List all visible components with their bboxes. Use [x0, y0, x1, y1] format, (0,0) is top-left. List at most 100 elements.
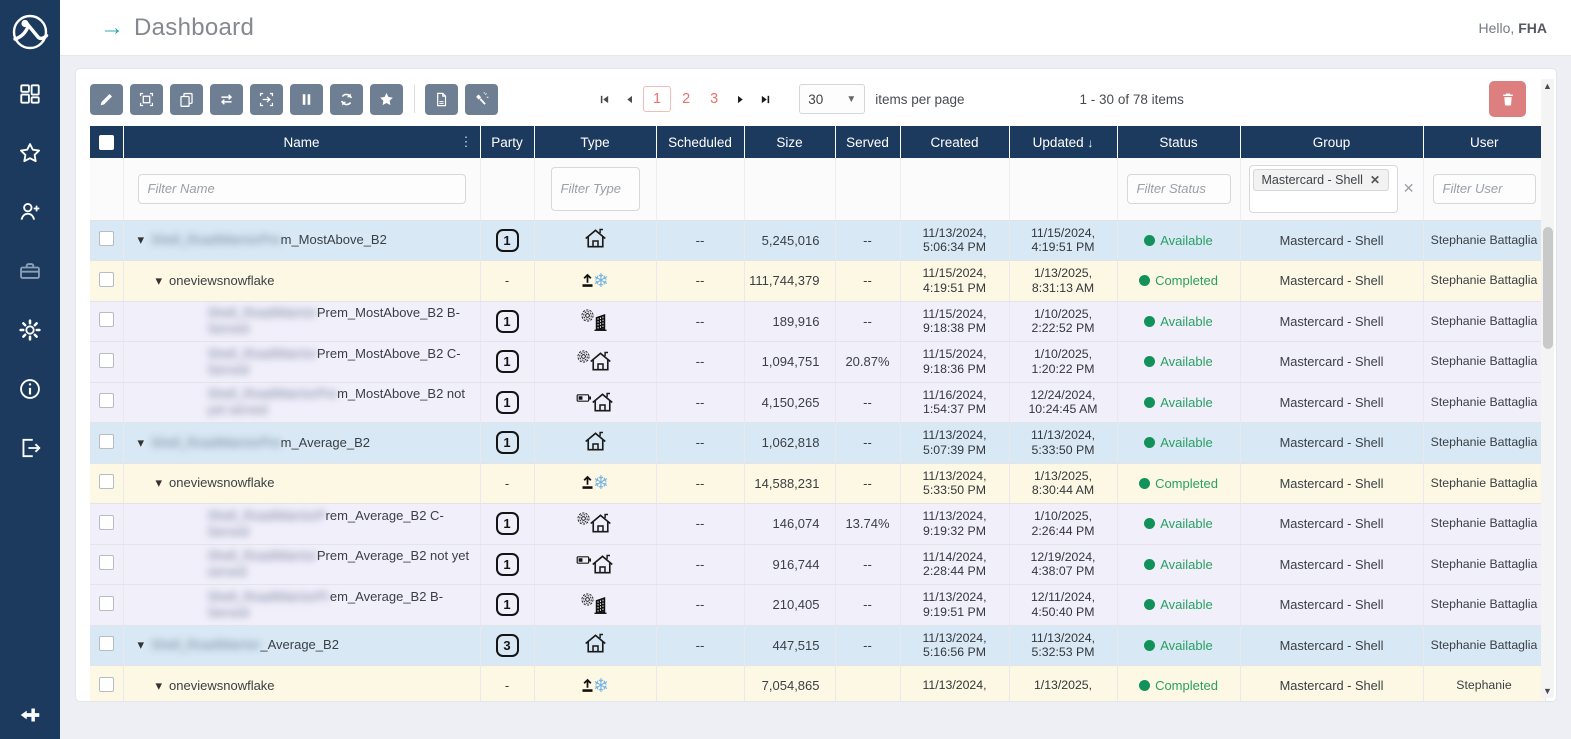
row-checkbox[interactable] [99, 312, 114, 327]
row-checkbox[interactable] [99, 272, 114, 287]
first-page-button[interactable] [593, 91, 616, 108]
dashboard-grid-icon[interactable] [18, 82, 42, 106]
party-cell: 1 [480, 220, 534, 261]
name-cell: ▾oneviewsnowflake [123, 463, 480, 504]
expand-plus-icon[interactable] [18, 703, 42, 727]
row-checkbox[interactable] [99, 596, 114, 611]
column-header-name[interactable]: Name⋮ [123, 126, 480, 158]
row-checkbox[interactable] [99, 434, 114, 449]
collapse-caret-icon[interactable]: ▾ [156, 475, 163, 490]
row-checkbox[interactable] [99, 393, 114, 408]
flashlight-button[interactable] [465, 84, 498, 115]
vertical-scrollbar[interactable]: ▲ ▼ [1541, 79, 1554, 698]
page-3-button[interactable]: 3 [701, 87, 727, 111]
size-cell: 5,245,016 [744, 220, 835, 261]
filter-status-input[interactable] [1127, 174, 1231, 204]
favorite-star-button[interactable] [370, 84, 403, 115]
updated-cell: 1/13/2025, 8:30:44 AM [1009, 463, 1117, 504]
column-menu-icon[interactable]: ⋮ [460, 134, 473, 150]
home-battery-icon [576, 557, 615, 572]
party-cell: 1 [480, 504, 534, 545]
add-user-icon[interactable] [18, 200, 42, 224]
table-row[interactable]: ▾Shell_RoadWarriorPrem_Average_B21--1,06… [90, 423, 1545, 464]
logout-icon[interactable] [18, 436, 42, 460]
status-cell: Available [1117, 301, 1240, 342]
select-all-header[interactable] [90, 126, 123, 158]
edit-pencil-button[interactable] [90, 84, 123, 115]
table-row[interactable]: ▾oneviewsnowflake-❄7,054,86511/13/2024,1… [90, 666, 1545, 703]
toolbox-icon[interactable] [18, 259, 42, 283]
scroll-up-icon[interactable]: ▲ [1541, 79, 1554, 93]
user-cell: Stephanie Battaglia [1423, 342, 1545, 383]
table-row[interactable]: ▾oneviewsnowflake-❄--111,744,379--11/15/… [90, 261, 1545, 302]
group-filter-clear-icon[interactable]: ✕ [1403, 180, 1415, 197]
table-row[interactable]: Shell_RoadWarriorPrem_Average_B2 C- Serv… [90, 504, 1545, 545]
table-row[interactable]: ▾Shell_RoadWarrior_Average_B23--447,515-… [90, 625, 1545, 666]
settings-gear-icon[interactable] [18, 318, 42, 342]
column-header-status[interactable]: Status [1117, 126, 1240, 158]
name-text: _Average_B2 [260, 637, 339, 652]
name-cell: Shell_RoadWarriorPrem_Average_B2 C- Serv… [123, 504, 480, 545]
page-2-button[interactable]: 2 [673, 87, 699, 111]
move-frame-button[interactable] [250, 84, 283, 115]
row-checkbox[interactable] [99, 353, 114, 368]
scroll-down-icon[interactable]: ▼ [1541, 684, 1554, 698]
user-cell: Stephanie Battaglia [1423, 382, 1545, 423]
filter-type-input[interactable] [551, 167, 640, 211]
column-header-scheduled[interactable]: Scheduled [656, 126, 744, 158]
collapse-caret-icon[interactable]: ▾ [156, 678, 163, 693]
last-page-button[interactable] [754, 91, 777, 108]
page-title: Dashboard [134, 14, 254, 42]
chip-remove-icon[interactable]: ✕ [1370, 173, 1380, 187]
name-text: m_MostAbove_B2 [281, 232, 387, 247]
table-row[interactable]: ▾oneviewsnowflake-❄--14,588,231--11/13/2… [90, 463, 1545, 504]
group-cell: Mastercard - Shell [1240, 342, 1423, 383]
size-cell: 146,074 [744, 504, 835, 545]
collapse-caret-icon[interactable]: ▾ [156, 273, 163, 288]
column-header-updated[interactable]: Updated ↓ [1009, 126, 1117, 158]
name-text: em_Average_B2 B- [330, 589, 443, 604]
row-checkbox[interactable] [99, 231, 114, 246]
filter-name-input[interactable] [138, 174, 466, 204]
column-header-group[interactable]: Group [1240, 126, 1423, 158]
collapse-caret-icon[interactable]: ▾ [138, 435, 145, 450]
fit-frame-button[interactable] [130, 84, 163, 115]
pause-button[interactable] [290, 84, 323, 115]
next-page-button[interactable] [729, 91, 752, 108]
row-checkbox[interactable] [99, 474, 114, 489]
refresh-button[interactable] [330, 84, 363, 115]
repeat-button[interactable] [210, 84, 243, 115]
row-checkbox[interactable] [99, 636, 114, 651]
column-header-user[interactable]: User [1423, 126, 1545, 158]
updated-cell: 11/15/2024, 4:19:51 PM [1009, 220, 1117, 261]
prev-page-button[interactable] [618, 91, 641, 108]
page-size-select[interactable]: 30 ▼ [799, 84, 865, 114]
table-row[interactable]: ▾Shell_RoadWarriorPrem_MostAbove_B21--5,… [90, 220, 1545, 261]
pdf-export-button[interactable] [425, 84, 458, 115]
table-row[interactable]: Shell_RoadWarriorPrem_MostAbove_B2 B- Se… [90, 301, 1545, 342]
select-all-checkbox[interactable] [99, 135, 114, 150]
filter-user-input[interactable] [1433, 174, 1536, 204]
column-header-created[interactable]: Created [900, 126, 1009, 158]
status-dot-icon [1144, 397, 1155, 408]
group-filter-multiselect[interactable]: Mastercard - Shell✕ [1249, 165, 1398, 213]
row-checkbox[interactable] [99, 555, 114, 570]
favorites-star-icon[interactable] [18, 141, 42, 165]
collapse-caret-icon[interactable]: ▾ [138, 637, 145, 652]
row-checkbox[interactable] [99, 677, 114, 692]
table-row[interactable]: Shell_RoadWarriorPrem_Average_B2 B- Serv… [90, 585, 1545, 626]
collapse-caret-icon[interactable]: ▾ [138, 232, 145, 247]
column-header-served[interactable]: Served [835, 126, 900, 158]
column-header-size[interactable]: Size [744, 126, 835, 158]
table-row[interactable]: Shell_RoadWarriorPrem_MostAbove_B2 C- Se… [90, 342, 1545, 383]
column-header-type[interactable]: Type [534, 126, 656, 158]
column-header-party[interactable]: Party [480, 126, 534, 158]
row-checkbox[interactable] [99, 515, 114, 530]
page-1-button[interactable]: 1 [643, 86, 671, 112]
table-row[interactable]: Shell_RoadWarriorPrem_MostAbove_B2 not y… [90, 382, 1545, 423]
delete-button[interactable] [1489, 81, 1526, 117]
scrollbar-thumb[interactable] [1543, 227, 1553, 349]
info-icon[interactable] [18, 377, 42, 401]
copy-button[interactable] [170, 84, 203, 115]
table-row[interactable]: Shell_RoadWarriorPrem_Average_B2 not yet… [90, 544, 1545, 585]
